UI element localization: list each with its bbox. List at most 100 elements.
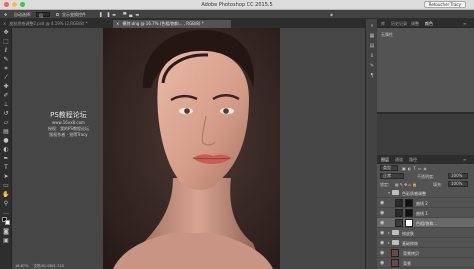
history-panel-icon[interactable]: ▦ — [368, 33, 376, 39]
watermark-author: 版权作者 · 觉得Tracy — [49, 132, 88, 137]
quick-select-tool-icon[interactable]: ✎ — [2, 56, 10, 63]
fill-field[interactable]: 100% — [448, 181, 468, 187]
brush-panel-icon[interactable]: ✎ — [368, 63, 376, 69]
layer-kind-filter[interactable]: 类型 — [380, 165, 398, 171]
shape-tool-icon[interactable]: ▭ — [2, 182, 10, 189]
layer-row[interactable]: ◉ 背景 — [377, 258, 474, 268]
clone-stamp-tool-icon[interactable]: ⊥ — [2, 101, 10, 108]
show-transform-checkbox[interactable] — [56, 13, 59, 16]
auto-select-dropdown[interactable]: 组 — [36, 12, 50, 18]
layer-name: 背景 — [403, 261, 411, 266]
opacity-field[interactable]: 100% — [448, 173, 468, 179]
tab-paths[interactable]: 路径 — [409, 157, 417, 163]
adjustment-thumbnail — [395, 209, 403, 217]
layer-row-selected[interactable]: ◉ 色相/饱和... — [377, 218, 474, 228]
more-tools-icon[interactable]: … — [2, 209, 10, 216]
document-tab-2[interactable]: × 模特.dng @ 16.7% (色相/饱和... , RGB/8) * — [113, 20, 231, 28]
blend-opacity-row: 正常 不透明度: 100% — [377, 172, 474, 180]
pen-tool-icon[interactable]: ✒ — [2, 155, 10, 162]
user-account-button[interactable]: Retoucher Tracy — [423, 1, 466, 8]
3d-mode-icon[interactable]: ◈ — [330, 12, 333, 17]
tab-adjustments[interactable]: 调整 — [411, 21, 419, 27]
lock-fill-row: 锁定: ▦✎✥⌂🔒 填充: 100% — [377, 180, 474, 188]
mask-thumbnail — [405, 209, 413, 217]
paragraph-panel-icon[interactable]: ¶ — [368, 73, 376, 79]
properties-panel-icon[interactable]: ▤ — [368, 43, 376, 49]
type-tool-icon[interactable]: T — [2, 164, 10, 171]
tab-channels[interactable]: 通道 — [395, 157, 403, 163]
eye-icon[interactable]: ◉ — [380, 210, 386, 216]
eye-icon[interactable]: ◉ — [380, 230, 386, 236]
document-tab-bar: × 皮肤质感调整2.psd @ 4.19% (2,RGB/8) * × 模特.dng… — [0, 19, 365, 28]
eye-icon[interactable]: ◉ — [380, 250, 386, 256]
panel-menu-icon[interactable]: ≡ — [463, 21, 466, 26]
collapse-arrows-icon[interactable]: » — [368, 23, 376, 29]
no-properties-text: 无属性 — [381, 32, 393, 37]
mask-thumbnail — [405, 199, 413, 207]
info-panel-icon[interactable]: ℹ — [368, 53, 376, 59]
title-bar: Adobe Photoshop CC 2015.5 Retoucher Trac… — [0, 0, 474, 10]
show-transform-label: 显示变换控件 — [62, 12, 86, 17]
close-tab-icon[interactable]: × — [3, 21, 6, 26]
eye-icon[interactable]: ◉ — [380, 220, 386, 226]
upper-panel-tabs: 库 历史记录 调整 颜色 ≡ — [377, 19, 474, 28]
document-info[interactable]: 文档:81.0M/1.71G — [33, 264, 64, 268]
eye-icon[interactable] — [380, 190, 386, 196]
close-tab-icon[interactable]: × — [116, 21, 119, 26]
move-tool-icon[interactable]: ✥ — [4, 12, 7, 17]
tab-color[interactable]: 颜色 — [425, 21, 433, 27]
screen-mode-icon[interactable]: ▣ — [2, 237, 10, 244]
hand-tool-icon[interactable]: ✋ — [2, 191, 10, 198]
eyedropper-tool-icon[interactable]: ⁄ — [2, 74, 10, 81]
layer-row[interactable]: ◉ 曲线 2 — [377, 198, 474, 208]
background-color-swatch[interactable] — [5, 220, 10, 225]
filter-icons[interactable]: ▣◐T▭◈ — [402, 166, 429, 171]
layer-row[interactable]: ◉ ▸ 修皮肤 — [377, 228, 474, 238]
properties-panel-body: 无属性 — [377, 28, 474, 114]
marquee-tool-icon[interactable]: ⬚ — [2, 38, 10, 45]
chevron-right-icon[interactable]: ▸ — [388, 230, 390, 235]
zoom-level[interactable]: 16.67% — [15, 264, 28, 268]
tab-libraries[interactable]: 库 — [381, 21, 385, 27]
healing-brush-tool-icon[interactable]: ✚ — [2, 83, 10, 90]
chevron-right-icon[interactable]: ▸ — [388, 240, 390, 245]
path-select-tool-icon[interactable]: ➤ — [2, 173, 10, 180]
mask-thumbnail — [405, 219, 413, 227]
layer-row[interactable]: ◉ ▸ 基础修饰 — [377, 238, 474, 248]
zoom-tool-icon[interactable]: ⚲ — [2, 200, 10, 207]
tab-history[interactable]: 历史记录 — [391, 21, 407, 27]
history-brush-tool-icon[interactable]: ↺ — [2, 110, 10, 117]
adjustment-thumbnail — [395, 199, 403, 207]
eye-icon[interactable]: ◉ — [380, 260, 386, 266]
auto-select-label: 自动选择: — [14, 12, 32, 17]
lock-icons[interactable]: ▦✎✥⌂🔒 — [395, 182, 418, 187]
canvas-area[interactable]: PS教程论坛 www.16xx8.com 授权：我的PS教程论坛 版权作者 · … — [12, 28, 365, 269]
folder-icon — [392, 190, 399, 195]
eye-icon[interactable]: ◉ — [380, 200, 386, 206]
move-tool-icon[interactable]: ✥ — [2, 29, 10, 36]
dodge-tool-icon[interactable]: ◐ — [2, 146, 10, 153]
tab-layers[interactable]: 图层 — [381, 157, 389, 163]
layers-menu-icon[interactable]: ≡ — [463, 157, 466, 162]
layer-name: 背景拷贝 — [403, 251, 419, 256]
crop-tool-icon[interactable]: ⌗ — [2, 65, 10, 72]
quick-mask-icon[interactable]: ◙ — [2, 228, 10, 235]
layer-row[interactable]: ▾ 色彩质感调整 — [377, 188, 474, 198]
app-title: Adobe Photoshop CC 2015.5 — [201, 2, 273, 8]
eye-icon[interactable]: ◉ — [380, 240, 386, 246]
lasso-tool-icon[interactable]: ℓ — [2, 47, 10, 54]
brush-tool-icon[interactable]: ✐ — [2, 92, 10, 99]
blend-mode-dropdown[interactable]: 正常 — [380, 173, 404, 179]
document-tab-1[interactable]: × 皮肤质感调整2.psd @ 4.19% (2,RGB/8) * — [0, 20, 112, 28]
layers-list: ▾ 色彩质感调整 ◉ 曲线 2 ◉ 曲线 1 ◉ 色相/饱和... ◉ ▸ 修皮… — [377, 188, 474, 269]
layer-row[interactable]: ◉ 曲线 1 — [377, 208, 474, 218]
layer-filter-row: 类型 ▣◐T▭◈ — [377, 164, 474, 172]
gradient-tool-icon[interactable]: ▤ — [2, 128, 10, 135]
status-bar: 16.67% 文档:81.0M/1.71G — [12, 263, 103, 269]
blur-tool-icon[interactable]: ● — [2, 137, 10, 144]
align-buttons[interactable]: ▌▐▬ ▀▄▬ — [100, 12, 142, 17]
layer-row[interactable]: ◉ 背景拷贝 — [377, 248, 474, 258]
eraser-tool-icon[interactable]: ▱ — [2, 119, 10, 126]
chevron-down-icon[interactable]: ▾ — [388, 190, 390, 195]
watermark-title: PS教程论坛 — [50, 111, 87, 119]
